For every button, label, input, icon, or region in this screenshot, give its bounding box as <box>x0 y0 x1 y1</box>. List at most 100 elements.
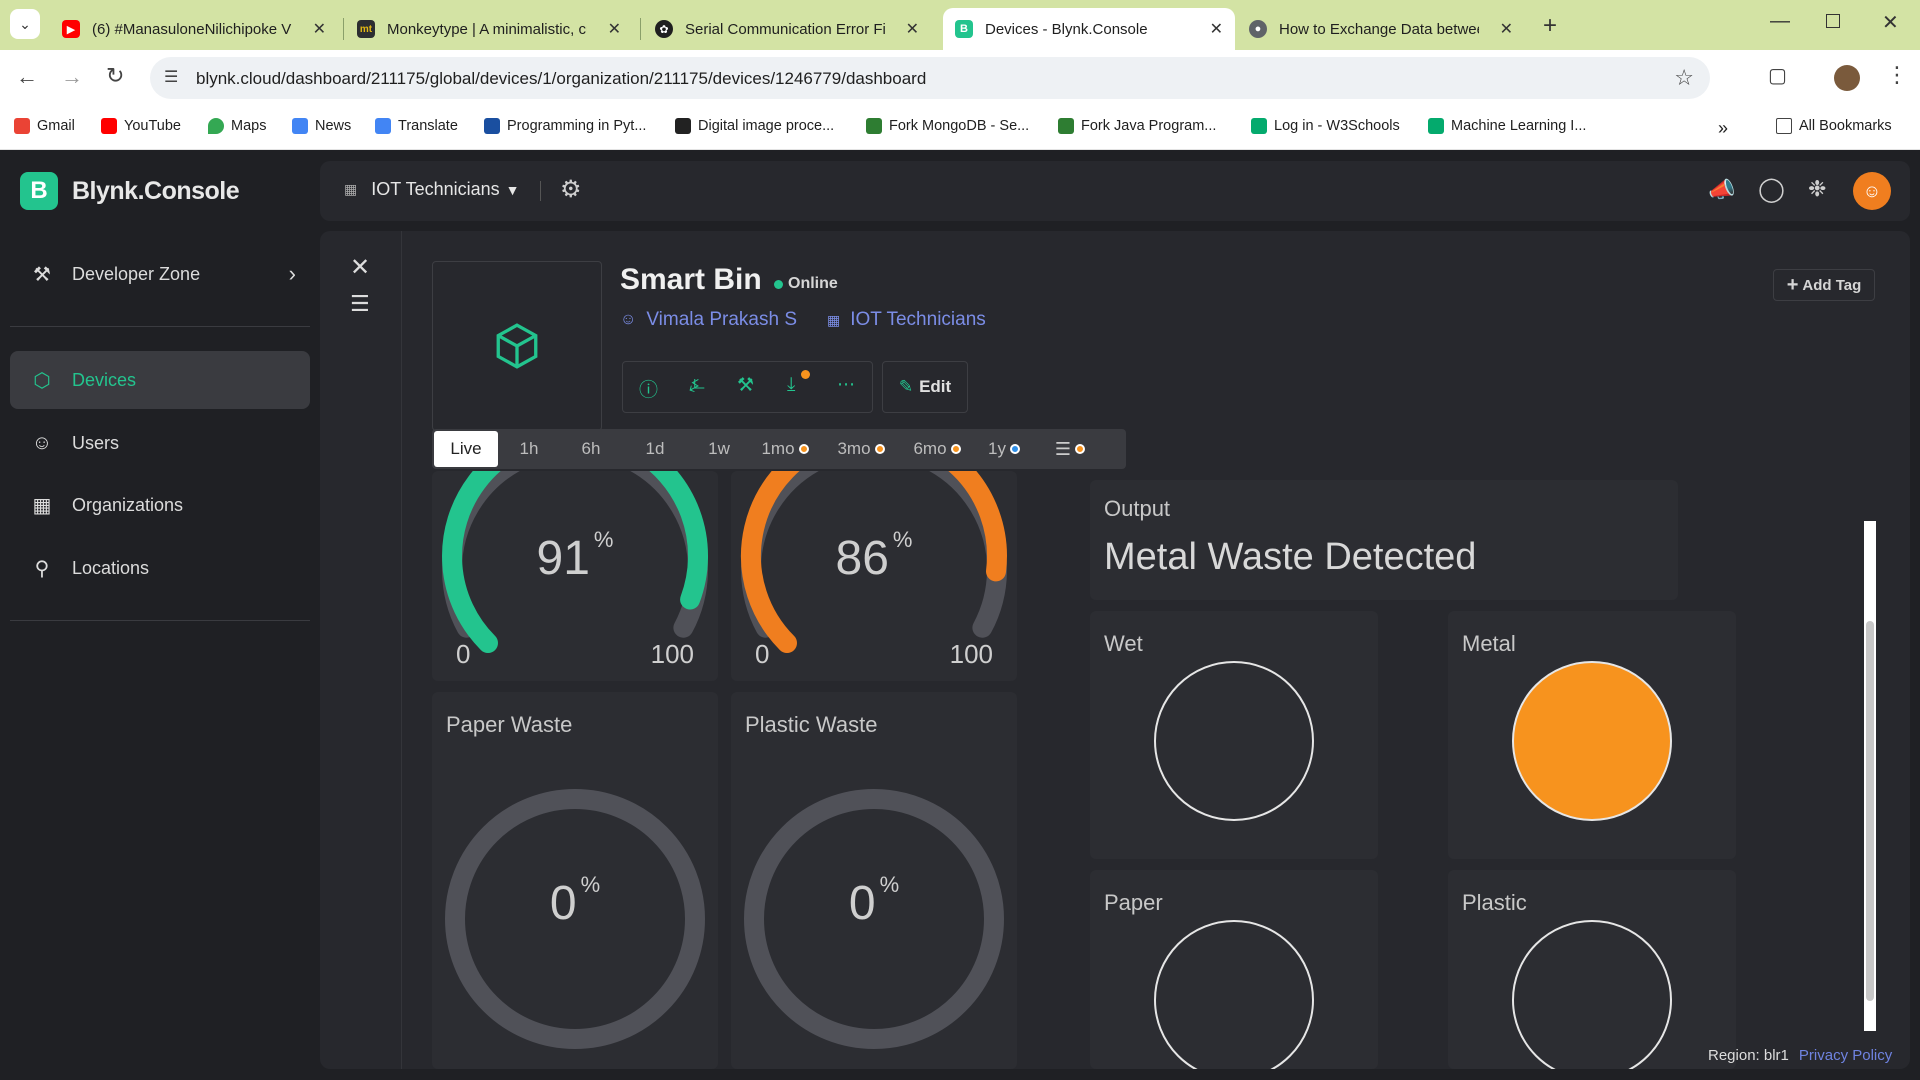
range-1w[interactable]: 1w <box>690 431 748 467</box>
sidebar-item-developer-zone[interactable]: ⚒ Developer Zone › <box>10 245 310 303</box>
sidebar-item-label: Devices <box>72 369 137 390</box>
info-icon[interactable]: ⓘ <box>639 375 658 402</box>
blynk-logo[interactable]: B Blynk.Console <box>20 172 240 210</box>
close-tab-icon[interactable]: ✕ <box>608 19 621 39</box>
bookmark-gmail[interactable]: Gmail <box>14 118 75 134</box>
forward-icon[interactable]: → <box>61 64 83 90</box>
address-bar[interactable]: ☰ blynk.cloud/dashboard/211175/global/de… <box>150 57 1710 99</box>
bookmark-star-icon[interactable]: ☆ <box>1674 65 1694 91</box>
bookmark-label: Log in - W3Schools <box>1274 118 1400 134</box>
edit-button[interactable]: ✎ Edit <box>882 361 968 413</box>
range-live[interactable]: Live <box>434 431 498 467</box>
premium-dot <box>798 444 809 454</box>
range-1d[interactable]: 1d <box>626 431 684 467</box>
bookmark-news[interactable]: News <box>292 118 351 134</box>
range-6mo[interactable]: 6mo <box>906 431 968 467</box>
range-1y[interactable]: 1y <box>978 431 1030 467</box>
close-tab-icon[interactable]: ✕ <box>1210 19 1223 39</box>
announcements-icon[interactable]: 📣 <box>1708 177 1735 203</box>
sidebar-item-locations[interactable]: ⚲ Locations <box>10 539 310 597</box>
bookmark-java[interactable]: Fork Java Program... <box>1058 118 1216 134</box>
bookmark-w3schools[interactable]: Log in - W3Schools <box>1251 118 1400 134</box>
close-tab-icon[interactable]: ✕ <box>313 19 326 39</box>
bell-icon[interactable]: ⍼ <box>689 375 705 396</box>
folder-icon <box>1776 118 1792 134</box>
user-avatar[interactable]: ☺ <box>1853 172 1891 210</box>
device-org[interactable]: ▦ IOT Technicians <box>827 309 986 331</box>
menu-icon[interactable]: ⋮ <box>1886 62 1908 88</box>
custom-range-button[interactable]: ☰ <box>1044 431 1096 467</box>
sidebar-item-label: Users <box>72 432 120 453</box>
paper-waste-gauge: Paper Waste 0% <box>432 692 718 1069</box>
bookmark-programming[interactable]: Programming in Pyt... <box>484 118 646 134</box>
minimize-icon[interactable]: — <box>1770 10 1790 33</box>
bookmark-ml[interactable]: Machine Learning I... <box>1428 118 1586 134</box>
building-icon: ▦ <box>32 494 52 517</box>
add-tag-button[interactable]: + Add Tag <box>1773 269 1875 301</box>
close-tab-icon[interactable]: ✕ <box>906 19 919 39</box>
sidebar-item-devices[interactable]: ⬡ Devices <box>10 351 310 409</box>
sidebar-item-organizations[interactable]: ▦ Organizations <box>10 476 310 534</box>
bookmark-mongodb[interactable]: Fork MongoDB - Se... <box>866 118 1029 134</box>
browser-tab-bar: ⌄ ▶ (6) #ManasuloneNilichipoke Vic ✕ mt … <box>0 0 1920 50</box>
gauge-unit: % <box>892 527 913 552</box>
range-3mo[interactable]: 3mo <box>830 431 892 467</box>
bookmark-translate[interactable]: Translate <box>375 118 458 134</box>
users-icon: ☺ <box>31 431 53 454</box>
extensions-icon[interactable]: ▢ <box>1768 63 1787 88</box>
profile-avatar[interactable] <box>1834 65 1860 91</box>
tab-search-button[interactable]: ⌄ <box>10 9 40 39</box>
gauge-value: 91% <box>432 527 718 586</box>
close-tab-icon[interactable]: ✕ <box>1500 19 1513 39</box>
browser-tab[interactable]: ● How to Exchange Data betweer ✕ <box>1237 8 1525 50</box>
close-window-icon[interactable]: ✕ <box>1882 10 1899 35</box>
bookmark-label: Machine Learning I... <box>1451 118 1587 134</box>
browser-tab[interactable]: mt Monkeytype | A minimalistic, cu ✕ <box>345 8 633 50</box>
range-label: 6mo <box>913 439 947 458</box>
wikipedia-icon <box>675 118 691 134</box>
download-icon[interactable]: ⤓ <box>787 374 795 396</box>
premium-dot <box>1009 444 1020 454</box>
site-settings-icon[interactable]: ☰ <box>164 67 178 87</box>
gauge-min: 0 <box>456 639 471 669</box>
tools-icon[interactable]: ⚒ <box>737 374 754 397</box>
close-icon[interactable]: ✕ <box>350 253 370 282</box>
help-icon[interactable]: ◯ <box>1758 175 1785 204</box>
gauge-unit: % <box>580 872 601 897</box>
hamburger-icon[interactable]: ☰ <box>350 291 370 317</box>
gauge-value: 86% <box>731 527 1017 586</box>
bookmark-maps[interactable]: Maps <box>208 118 266 134</box>
url-text[interactable]: blynk.cloud/dashboard/211175/global/devi… <box>196 69 926 89</box>
all-bookmarks[interactable]: All Bookmarks <box>1776 118 1892 134</box>
status-badge: Online <box>774 275 838 293</box>
range-1mo[interactable]: 1mo <box>754 431 816 467</box>
range-1h[interactable]: 1h <box>500 431 558 467</box>
browser-tab[interactable]: ▶ (6) #ManasuloneNilichipoke Vic ✕ <box>50 8 338 50</box>
bookmark-digital-image[interactable]: Digital image proce... <box>675 118 834 134</box>
scrollbar-thumb[interactable] <box>1866 621 1874 1001</box>
scrollbar[interactable] <box>1864 521 1876 1031</box>
more-icon[interactable]: ⋯ <box>837 374 855 395</box>
browser-tab[interactable]: ✿ Serial Communication Error Fix ✕ <box>643 8 931 50</box>
bookmark-youtube[interactable]: YouTube <box>101 118 181 134</box>
more-bookmarks-icon[interactable]: » <box>1718 118 1728 139</box>
range-6h[interactable]: 6h <box>562 431 620 467</box>
gear-icon[interactable]: ⚙ <box>560 175 582 204</box>
top-bar: ▦ IOT Technicians ▼ ⚙ 📣 ◯ ❉ ☺ <box>320 161 1910 221</box>
led-indicator-on <box>1512 661 1672 821</box>
restore-icon[interactable] <box>1826 14 1840 28</box>
new-tab-icon[interactable]: + <box>1543 12 1557 40</box>
back-icon[interactable]: ← <box>16 64 38 90</box>
bookmarks-bar: Gmail YouTube Maps News Translate Progra… <box>0 106 1920 150</box>
w3schools-icon <box>1428 118 1444 134</box>
bug-icon[interactable]: ❉ <box>1808 176 1826 202</box>
reload-icon[interactable]: ↻ <box>106 63 124 89</box>
privacy-policy-link[interactable]: Privacy Policy <box>1799 1047 1892 1064</box>
plastic-waste-gauge: Plastic Waste 0% <box>731 692 1017 1069</box>
range-label: 1w <box>708 439 730 458</box>
device-owner[interactable]: ☺ Vimala Prakash S <box>620 309 797 331</box>
org-selector[interactable]: ▦ IOT Technicians ▼ <box>344 179 520 200</box>
sidebar-item-users[interactable]: ☺ Users <box>10 414 310 472</box>
browser-tab-active[interactable]: B Devices - Blynk.Console ✕ <box>943 8 1235 50</box>
gauge-min: 0 <box>755 639 770 669</box>
